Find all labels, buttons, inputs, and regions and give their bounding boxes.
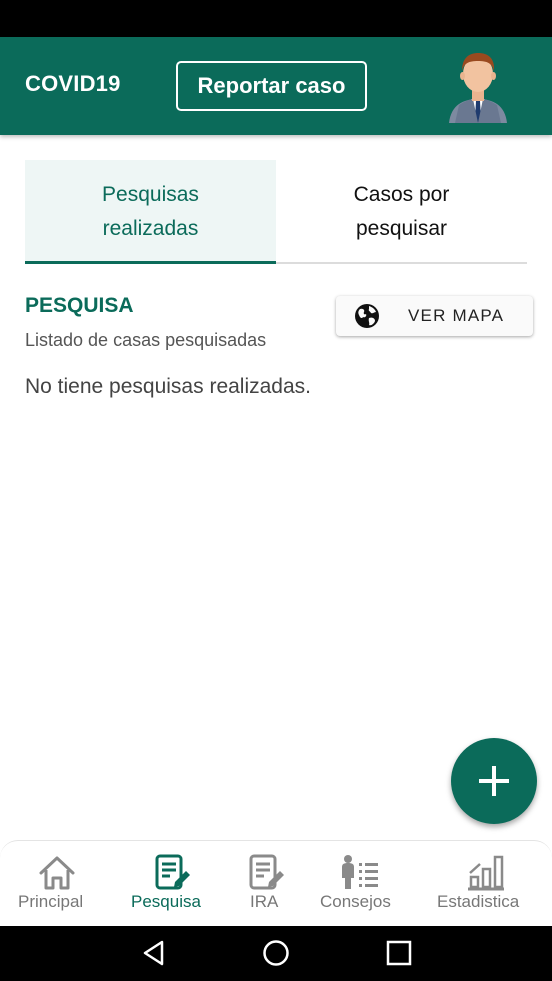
tab-label-line: Pesquisas xyxy=(102,183,199,206)
user-avatar-icon[interactable] xyxy=(445,49,511,123)
tab-bar: Pesquisas realizadas Casos por pesquisar xyxy=(25,160,527,264)
app-bar: COVID19 Reportar caso xyxy=(0,37,552,135)
globe-icon xyxy=(355,304,379,328)
nav-item-principal[interactable]: Principal xyxy=(0,841,112,927)
nav-label-principal: Principal xyxy=(18,892,84,911)
nav-item-pesquisa[interactable]: Pesquisa xyxy=(112,841,230,927)
empty-state-message: No tiene pesquisas realizadas. xyxy=(25,375,312,398)
recents-icon[interactable] xyxy=(385,939,413,967)
back-icon[interactable] xyxy=(140,939,168,967)
nav-label-estadistica: Estadistica xyxy=(437,892,520,911)
view-map-label: VER MAPA xyxy=(408,306,505,325)
tab-casos-por-pesquisar[interactable]: Casos por pesquisar xyxy=(276,160,527,264)
tab-label-line: Casos por xyxy=(353,183,450,206)
status-bar xyxy=(0,0,552,37)
home-circle-icon[interactable] xyxy=(262,939,290,967)
view-map-button[interactable]: VER MAPA xyxy=(336,296,533,336)
nav-label-pesquisa: Pesquisa xyxy=(131,892,201,911)
nav-item-estadistica[interactable]: Estadistica xyxy=(420,841,552,927)
bottom-navigation: Principal Pesquisa IRA Consejos Estadist… xyxy=(0,840,552,926)
bar-chart-icon xyxy=(468,855,504,891)
tab-active-indicator xyxy=(25,261,276,264)
home-icon xyxy=(39,856,75,890)
document-edit-icon xyxy=(249,854,284,890)
tab-pesquisas-realizadas[interactable]: Pesquisas realizadas xyxy=(25,160,276,264)
section-title: PESQUISA xyxy=(25,294,134,317)
nav-label-ira: IRA xyxy=(250,892,279,911)
survey-edit-icon xyxy=(155,854,190,890)
app-title: COVID19 xyxy=(25,71,121,96)
nav-label-consejos: Consejos xyxy=(320,892,391,911)
add-button[interactable] xyxy=(451,738,537,824)
nav-item-ira[interactable]: IRA xyxy=(230,841,300,927)
section-subtitle: Listado de casas pesquisadas xyxy=(25,330,267,350)
system-navigation-bar xyxy=(0,926,552,981)
nav-item-consejos[interactable]: Consejos xyxy=(300,841,420,927)
advice-list-icon xyxy=(342,855,378,889)
plus-icon xyxy=(479,766,509,796)
tab-label-line: pesquisar xyxy=(355,217,448,240)
tab-label-line: realizadas xyxy=(102,217,199,240)
report-case-button[interactable]: Reportar caso xyxy=(176,61,367,111)
